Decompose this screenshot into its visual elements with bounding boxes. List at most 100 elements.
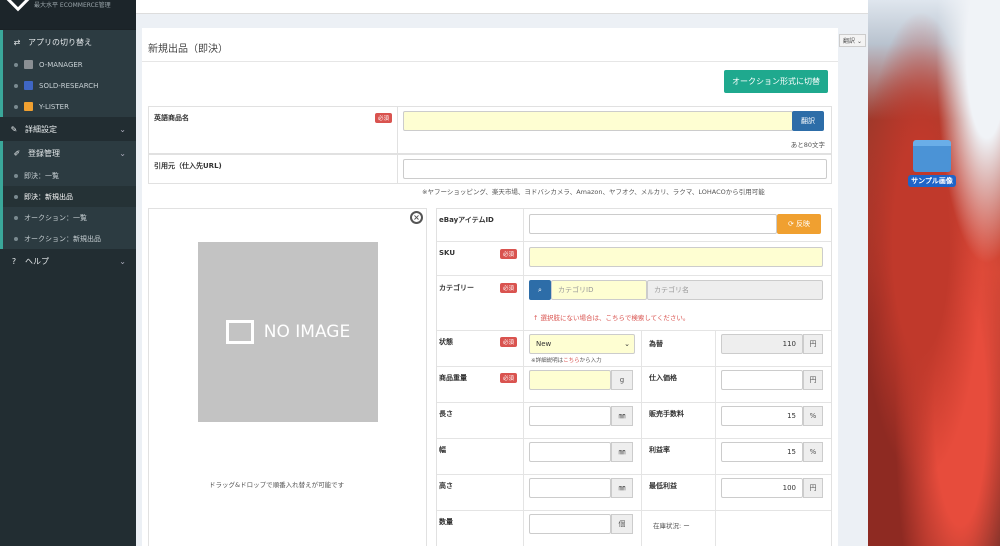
sidebar-item-sokketsu-list[interactable]: 即決：一覧 <box>0 165 136 186</box>
refresh-icon: ⟳ <box>787 220 794 228</box>
english-title-row: 英語商品名 必須 翻訳 あと80文字 <box>148 106 832 154</box>
english-title-input[interactable] <box>403 111 793 131</box>
condition-note-pre: ※詳細説明は <box>531 358 564 364</box>
divider <box>142 61 838 62</box>
ebay-id-input[interactable] <box>529 214 777 234</box>
no-image-text: NO IMAGE <box>263 322 351 342</box>
sidebar-item-auction-list[interactable]: オークション：一覧 <box>0 207 136 228</box>
condition-note: ※詳細説明はこちらから入力 <box>531 356 602 364</box>
logo-icon <box>6 0 30 12</box>
sidebar-item-help[interactable]: ? ヘルプ ⌄ <box>0 249 136 273</box>
fx-input: 110 <box>721 334 803 354</box>
sidebar-item-label: Y-LISTER <box>39 102 69 111</box>
divider <box>437 330 831 331</box>
image-panel[interactable]: × NO IMAGE ドラッグ&ドロップで順番入れ替えが可能です <box>148 208 427 546</box>
source-note: ※ヤフーショッピング、楽天市場、ヨドバシカメラ、Amazon、ヤフオク、メルカリ… <box>422 188 765 196</box>
quantity-input[interactable] <box>529 514 611 534</box>
quantity-label: 数量 <box>439 518 453 526</box>
reflect-button[interactable]: ⟳ 反映 <box>777 214 821 234</box>
divider <box>437 402 831 403</box>
divider <box>397 155 398 183</box>
source-label: 引用元（仕入先URL) <box>154 162 222 170</box>
bullet-icon <box>14 104 18 109</box>
category-id-input[interactable]: カテゴリID <box>551 280 647 300</box>
cost-input[interactable] <box>721 370 803 390</box>
y-lister-icon <box>24 102 33 111</box>
divider <box>397 107 398 153</box>
close-icon[interactable]: × <box>410 211 423 224</box>
sidebar-item-auction-new[interactable]: オークション：新規出品 <box>0 228 136 249</box>
condition-value: New <box>536 340 552 348</box>
source-row: 引用元（仕入先URL) <box>148 154 832 184</box>
category-name-input[interactable]: カテゴリ名 <box>647 280 823 300</box>
bullet-icon <box>14 173 18 178</box>
sidebar-item-y-lister[interactable]: Y-LISTER <box>0 96 136 117</box>
bullet-icon <box>14 194 18 199</box>
category-label: カテゴリー <box>439 284 474 292</box>
chevron-down-icon: ⌄ <box>119 124 126 134</box>
sidebar-item-settings[interactable]: ✎ 詳細設定 ⌄ <box>0 117 136 141</box>
sidebar-item-sold-research[interactable]: SOLD-RESEARCH <box>0 75 136 96</box>
condition-note-link[interactable]: こちら <box>563 358 580 364</box>
switch-auction-button[interactable]: オークション形式に切替 <box>724 70 828 93</box>
bullet-icon <box>14 62 18 67</box>
width-input[interactable] <box>529 442 611 462</box>
sidebar-item-label: O-MANAGER <box>39 60 83 69</box>
cost-unit: 円 <box>803 370 823 390</box>
fx-unit: 円 <box>803 334 823 354</box>
bullet-icon <box>14 236 18 241</box>
fx-label: 為替 <box>649 340 663 348</box>
bullet-icon <box>14 83 18 88</box>
divider <box>437 474 831 475</box>
sidebar-item-o-manager[interactable]: O-MANAGER <box>0 54 136 75</box>
sidebar-item-label: 登録管理 <box>28 148 60 158</box>
fee-input[interactable]: 15 <box>721 406 803 426</box>
sidebar: 最大水平 ECOMMERCE管理 ⇄ アプリの切り替え O-MANAGER SO… <box>0 0 136 546</box>
desktop-background <box>868 0 1000 546</box>
exchange-icon: ⇄ <box>13 37 21 47</box>
main-area: 翻訳 ⌄ 新規出品（即決） オークション形式に切替 英語商品名 必須 翻訳 あと… <box>136 0 868 546</box>
edit-icon: ✐ <box>13 148 21 158</box>
ebay-id-label: eBayアイテムID <box>439 216 494 224</box>
divider <box>437 438 831 439</box>
length-unit: ㎜ <box>611 406 633 426</box>
height-input[interactable] <box>529 478 611 498</box>
sidebar-item-sokketsu-new[interactable]: 即決：新規出品 <box>0 186 136 207</box>
desktop-folder[interactable]: サンプル画像 <box>908 140 956 187</box>
profit-unit: % <box>803 442 823 462</box>
weight-input[interactable] <box>529 370 611 390</box>
help-icon: ? <box>11 256 17 266</box>
fee-unit: % <box>803 406 823 426</box>
length-input[interactable] <box>529 406 611 426</box>
fee-label: 販売手数料 <box>649 410 684 418</box>
weight-label: 商品重量 <box>439 374 467 382</box>
chevron-down-icon: ⌄ <box>119 148 126 158</box>
condition-label: 状態 <box>439 338 453 346</box>
folder-label: サンプル画像 <box>908 175 956 187</box>
english-title-label: 英語商品名 <box>154 114 189 122</box>
sidebar-item-label: SOLD-RESEARCH <box>39 81 99 90</box>
category-note: ↑ 選択肢にない場合は、こちらで検索してください。 <box>533 314 690 322</box>
sidebar-item-label: オークション：一覧 <box>24 213 87 222</box>
required-badge: 必須 <box>500 249 518 259</box>
height-label: 高さ <box>439 482 453 490</box>
translate-button[interactable]: 翻訳 <box>792 111 824 131</box>
min-profit-label: 最低利益 <box>649 482 677 490</box>
bullet-icon <box>14 215 18 220</box>
profit-input[interactable]: 15 <box>721 442 803 462</box>
source-url-input[interactable] <box>403 159 827 179</box>
sidebar-item-registration[interactable]: ✐ 登録管理 ⌄ <box>0 141 136 165</box>
sidebar-item-label: オークション：新規出品 <box>24 234 101 243</box>
logo[interactable]: 最大水平 ECOMMERCE管理 <box>0 0 136 30</box>
category-search-button[interactable]: ⌕ <box>529 280 551 300</box>
width-label: 幅 <box>439 446 446 454</box>
divider <box>437 366 831 367</box>
sidebar-item-label: 即決：一覧 <box>24 171 59 180</box>
condition-select[interactable]: New ⌄ <box>529 334 635 354</box>
sku-input[interactable] <box>529 247 823 267</box>
translate-widget[interactable]: 翻訳 ⌄ <box>839 34 866 47</box>
width-unit: ㎜ <box>611 442 633 462</box>
sidebar-item-app-switch[interactable]: ⇄ アプリの切り替え <box>0 30 136 54</box>
min-profit-input[interactable]: 100 <box>721 478 803 498</box>
sold-research-icon <box>24 81 33 90</box>
